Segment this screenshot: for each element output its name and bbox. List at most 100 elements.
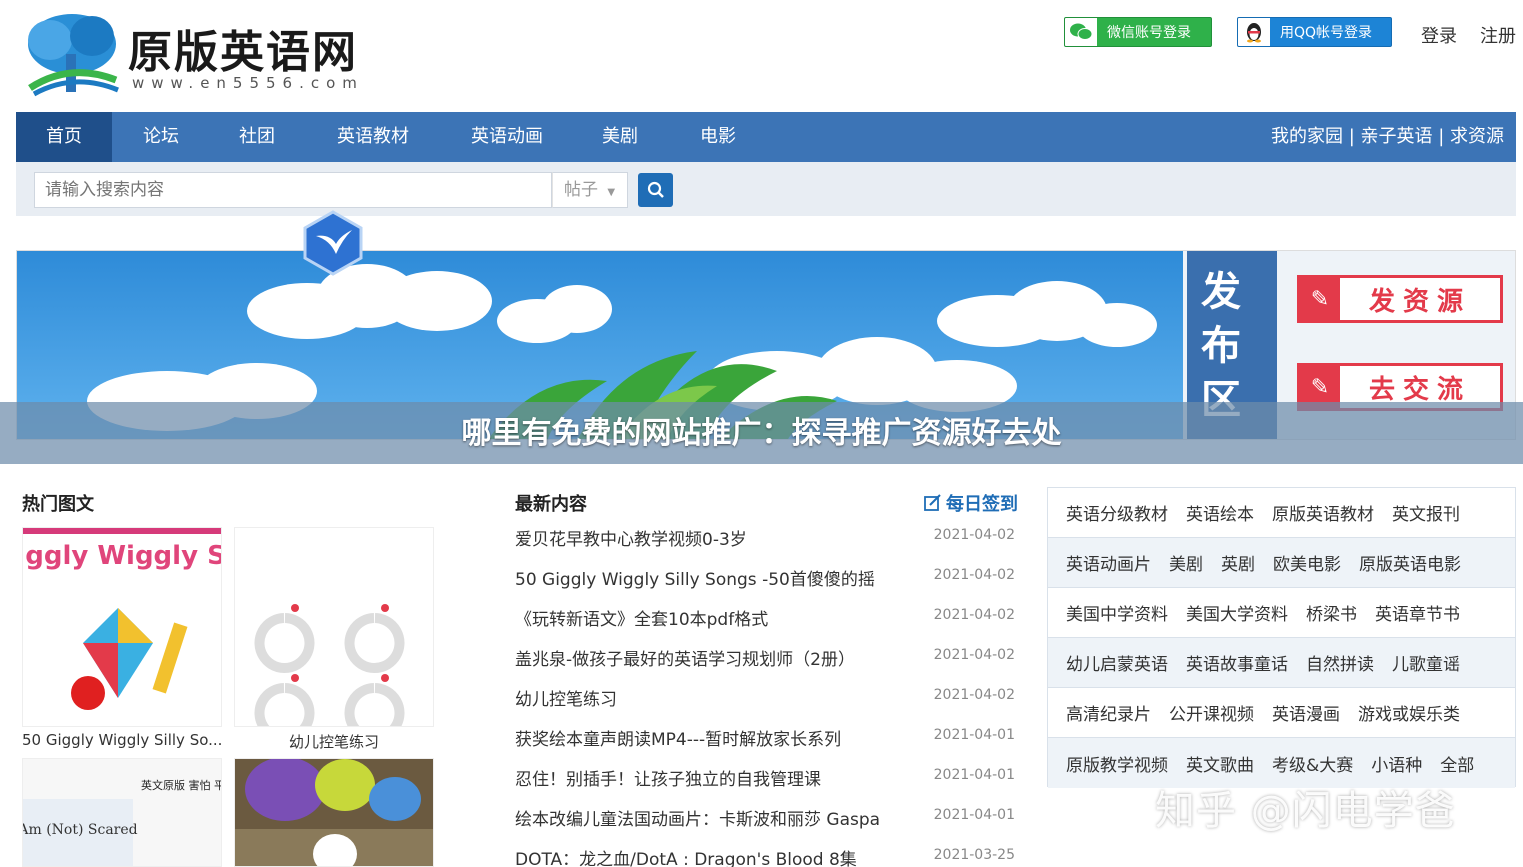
songs-book-cover: 50 Giggly Wiggly Songs [23,528,222,726]
latest-title[interactable]: 幼儿控笔练习 [515,685,617,710]
tree-logo-icon [28,14,119,97]
wechat-icon [1065,18,1097,46]
latest-date: 2021-04-02 [933,607,1015,623]
search-button[interactable] [638,173,673,207]
category-link[interactable]: 英语章节书 [1375,600,1460,625]
hot-thumb-pen-control[interactable] [234,527,434,727]
register-link[interactable]: 注册 [1480,22,1516,48]
pen-control-worksheet [235,528,433,726]
category-link[interactable]: 英文报刊 [1392,500,1460,525]
nav-item-us-drama[interactable]: 美剧 [590,112,650,162]
main-nav: 首页 论坛 社团 英语教材 英语动画 美剧 电影 我的家园 | 亲子英语 | 求… [16,112,1516,162]
latest-date: 2021-04-02 [933,527,1015,543]
daily-checkin-label: 每日签到 [946,494,1018,515]
latest-title[interactable]: DOTA：龙之血/DotA : Dragon's Blood 8集 [515,845,857,867]
logo-title: 原版英语网 [128,27,358,78]
latest-date: 2021-04-01 [933,807,1015,823]
category-link[interactable]: 小语种 [1371,751,1422,776]
latest-title[interactable]: 爱贝花早教中心教学视频0-3岁 [515,525,747,550]
category-link[interactable]: 游戏或娱乐类 [1358,700,1460,725]
category-row: 幼儿启蒙英语 英语故事童话 自然拼读 儿歌童谣 [1048,638,1515,688]
nav-item-animation[interactable]: 英语动画 [460,112,554,162]
publish-resource-button[interactable]: ✎ 发资源 [1297,275,1503,323]
latest-title[interactable]: 绘本改编儿童法国动画片：卡斯波和丽莎 Gaspa [515,805,880,830]
latest-title[interactable]: 忍住！别插手！让孩子独立的自我管理课 [515,765,821,790]
site-logo[interactable]: 原版英语网 www.en5556.com [20,10,370,100]
category-link[interactable]: 原版英语教材 [1272,500,1374,525]
latest-row[interactable]: 50 Giggly Wiggly Silly Songs -50首傻傻的摇 202… [515,565,1015,605]
latest-row[interactable]: DOTA：龙之血/DotA : Dragon's Blood 8集 2021-03… [515,845,1015,867]
category-link[interactable]: 英语动画片 [1066,550,1151,575]
hot-thumb-songs[interactable]: 50 Giggly Wiggly Songs [22,527,222,727]
latest-section-title: 最新内容 [515,494,587,515]
category-link[interactable]: 英语漫画 [1272,700,1340,725]
category-link[interactable]: 英文歌曲 [1186,751,1254,776]
songs-cover-title: 50 Giggly Wiggly Songs [23,541,222,571]
category-link[interactable]: 高清纪录片 [1066,700,1151,725]
qq-login-label: 用QQ帐号登录 [1280,25,1373,41]
discuss-label: 去交流 [1368,374,1471,405]
category-link[interactable]: 桥梁书 [1306,600,1357,625]
latest-row[interactable]: 忍住！别插手！让孩子独立的自我管理课 2021-04-01 [515,765,1015,805]
nav-item-club[interactable]: 社团 [222,112,292,162]
hot-caption-pen-control[interactable]: 幼儿控笔练习 [289,731,379,752]
category-link[interactable]: 美国中学资料 [1066,600,1168,625]
category-link[interactable]: 英剧 [1221,550,1255,575]
category-link[interactable]: 美剧 [1169,550,1203,575]
search-type-label: 帖子 [564,180,598,200]
chevron-down-icon: ▼ [607,187,616,198]
latest-title[interactable]: 盖兆泉-做孩子最好的英语学习规划师（2册） [515,645,855,670]
zhihu-watermark: 知乎 @闪电学爸 [1155,788,1456,834]
category-link[interactable]: 公开课视频 [1169,700,1254,725]
wechat-login-label: 微信账号登录 [1107,25,1191,41]
article-caption: 哪里有免费的网站推广：探寻推广资源好去处 [461,416,1062,451]
hot-thumb-balloons[interactable] [234,758,434,867]
daily-checkin-link[interactable]: 每日签到 [924,490,1018,516]
qq-login-button[interactable]: 用QQ帐号登录 [1237,17,1392,47]
latest-row[interactable]: 《玩转新语文》全套10本pdf格式 2021-04-02 [515,605,1015,645]
category-row: 美国中学资料 美国大学资料 桥梁书 英语章节书 [1048,588,1515,638]
category-link[interactable]: 幼儿启蒙英语 [1066,650,1168,675]
latest-title[interactable]: 《玩转新语文》全套10本pdf格式 [515,605,768,630]
category-link[interactable]: 原版教学视频 [1066,751,1168,776]
latest-date: 2021-04-01 [933,727,1015,743]
category-link[interactable]: 原版英语电影 [1359,550,1461,575]
category-link[interactable]: 英语分级教材 [1066,500,1168,525]
hot-thumb-scared-book[interactable]: I Am (Not) Scared 英文原版 害怕 平 [22,758,222,867]
login-link[interactable]: 登录 [1421,22,1457,48]
search-type-select[interactable]: 帖子 ▼ [552,172,628,208]
search-input[interactable] [34,172,552,208]
nav-item-forum[interactable]: 论坛 [126,112,196,162]
search-bar: 帖子 ▼ [16,162,1516,216]
category-link[interactable]: 英语绘本 [1186,500,1254,525]
category-link[interactable]: 考级&大赛 [1272,751,1353,776]
latest-date: 2021-04-01 [933,767,1015,783]
nav-right-links[interactable]: 我的家园 | 亲子英语 | 求资源 [1271,112,1504,162]
latest-row[interactable]: 绘本改编儿童法国动画片：卡斯波和丽莎 Gaspa 2021-04-01 [515,805,1015,845]
nav-item-home[interactable]: 首页 [16,112,112,162]
nav-item-textbooks[interactable]: 英语教材 [326,112,420,162]
latest-row[interactable]: 爱贝花早教中心教学视频0-3岁 2021-04-02 [515,525,1015,565]
scared-cover-title: I Am (Not) Scared [23,822,138,838]
wechat-login-button[interactable]: 微信账号登录 [1064,17,1212,47]
category-link[interactable]: 自然拼读 [1306,650,1374,675]
category-link[interactable]: 全部 [1440,751,1474,776]
category-table: 英语分级教材 英语绘本 原版英语教材 英文报刊 英语动画片 美剧 英剧 欧美电影… [1047,487,1516,788]
latest-row[interactable]: 幼儿控笔练习 2021-04-02 [515,685,1015,725]
category-link[interactable]: 儿歌童谣 [1392,650,1460,675]
balloons-animation-still [235,759,433,866]
logo-url: www.en5556.com [132,74,364,92]
latest-title[interactable]: 50 Giggly Wiggly Silly Songs -50首傻傻的摇 [515,565,875,590]
scared-side-label: 英文原版 害怕 平 [141,778,222,792]
category-link[interactable]: 美国大学资料 [1186,600,1288,625]
hot-caption-songs[interactable]: 50 Giggly Wiggly Silly So... [22,731,222,749]
latest-row[interactable]: 获奖绘本童声朗读MP4---暂时解放家长系列 2021-04-01 [515,725,1015,765]
category-link[interactable]: 英语故事童话 [1186,650,1288,675]
latest-date: 2021-03-25 [933,847,1015,863]
latest-row[interactable]: 盖兆泉-做孩子最好的英语学习规划师（2册） 2021-04-02 [515,645,1015,685]
bird-badge-icon[interactable] [300,210,366,276]
latest-title[interactable]: 获奖绘本童声朗读MP4---暂时解放家长系列 [515,725,841,750]
site-header: 原版英语网 www.en5556.com 微信账号登录 用QQ帐号登录 登录 注… [0,0,1523,110]
category-link[interactable]: 欧美电影 [1273,550,1341,575]
nav-item-movies[interactable]: 电影 [688,112,748,162]
